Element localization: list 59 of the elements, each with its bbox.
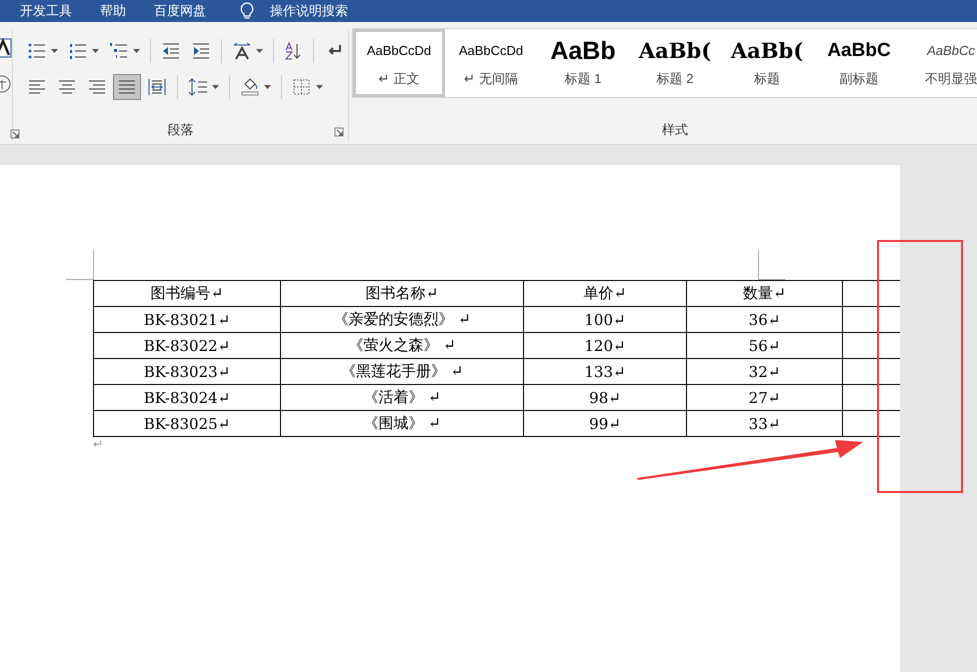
table-header: 单价↵ <box>584 284 626 302</box>
table-cell: 《围城》 ↵ <box>363 414 441 432</box>
caret-icon <box>256 49 262 53</box>
justify-icon <box>117 78 137 96</box>
decrease-indent-icon <box>160 42 181 60</box>
table-cell: BK-83022↵ <box>144 336 230 354</box>
ribbon-tab[interactable]: 帮助 <box>100 2 126 20</box>
table-cell: 120↵ <box>584 336 626 354</box>
align-left-icon <box>27 78 47 96</box>
group-label: 样式 <box>662 123 688 138</box>
table-cell: BK-83025↵ <box>144 414 230 432</box>
caret-icon <box>133 49 140 53</box>
style-item[interactable]: AaBbCcDd ↵ 正文 <box>353 29 445 97</box>
justify-button[interactable] <box>113 74 141 100</box>
dialog-launcher-icon[interactable] <box>334 127 344 137</box>
ribbon-tab[interactable]: 百度网盘 <box>154 2 206 20</box>
table-cell: 100↵ <box>584 310 626 328</box>
borders-icon <box>292 78 312 96</box>
table-cell: 99↵ <box>589 414 621 432</box>
table-cell: BK-83024↵ <box>144 388 230 406</box>
numbered-list-icon <box>68 42 88 60</box>
table-cell: 33↵ <box>748 414 780 432</box>
line-spacing-icon <box>188 78 208 96</box>
group-label: 段落 <box>168 123 194 138</box>
table-cell: BK-83021↵ <box>144 310 230 328</box>
table-cell: 《亲爱的安德烈》 ↵ <box>333 310 471 328</box>
caret-icon <box>51 49 58 53</box>
table-header: 数量↵ <box>743 284 786 302</box>
lightbulb-icon <box>240 2 254 20</box>
table-cell: 《活着》 ↵ <box>363 388 441 406</box>
caret-icon <box>264 85 271 89</box>
paragraph-mark: ↵ <box>93 437 104 451</box>
enclose-character-icon <box>0 74 12 94</box>
table-cell: BK-83023↵ <box>144 362 230 380</box>
table-cell: 《黑莲花手册》 ↵ <box>340 362 464 380</box>
table-header: 图书编号↵ <box>150 284 224 302</box>
caret-icon <box>92 49 99 53</box>
ribbon-tab[interactable]: 开发工具 <box>20 2 72 20</box>
align-right-icon <box>87 78 107 96</box>
table-cell: 36↵ <box>748 310 780 328</box>
distributed-icon <box>147 78 167 96</box>
tell-me-search[interactable]: 操作说明搜索 <box>270 2 348 20</box>
text-direction-icon <box>232 42 252 60</box>
dialog-launcher-icon[interactable] <box>10 129 20 139</box>
bullet-list-icon <box>27 42 47 60</box>
caret-icon <box>212 85 219 89</box>
align-center-icon <box>57 78 77 96</box>
table-cell: 133↵ <box>584 362 626 380</box>
table-cell: 27↵ <box>748 388 780 406</box>
multilevel-list-icon <box>109 42 129 60</box>
table-cell: 32↵ <box>748 362 780 380</box>
table-cell: 56↵ <box>748 336 780 354</box>
table-cell: 98↵ <box>589 388 621 406</box>
caret-icon <box>316 85 323 89</box>
sort-icon <box>283 42 304 60</box>
paint-bucket-icon <box>240 78 260 96</box>
increase-indent-icon <box>190 42 211 60</box>
table-header: 图书名称↵ <box>366 284 438 302</box>
table-cell: 《萤火之森》 ↵ <box>348 336 456 354</box>
